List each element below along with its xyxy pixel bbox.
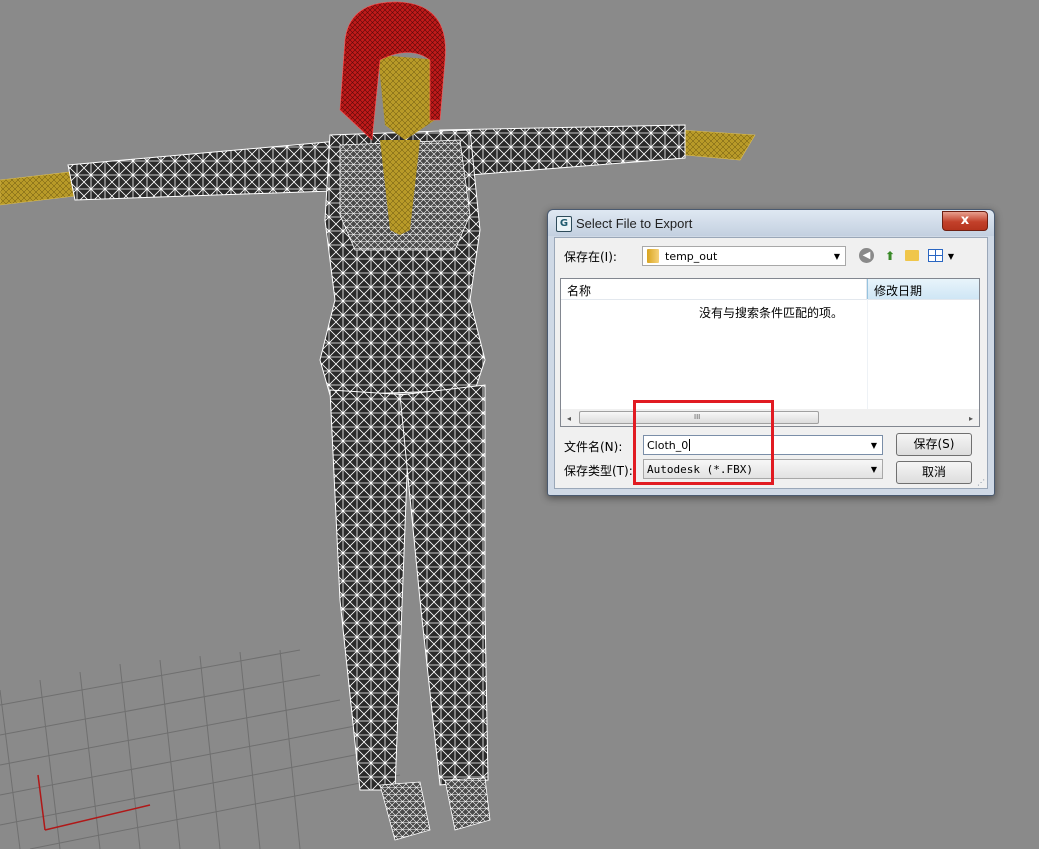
file-type-label: 保存类型(T): [564, 464, 633, 478]
highlight-annotation-box [633, 400, 774, 485]
column-divider [867, 299, 868, 409]
views-dropdown-arrow-icon[interactable]: ▼ [943, 248, 959, 264]
chevron-down-icon[interactable]: ▼ [829, 247, 845, 265]
app-logo-icon: G [556, 216, 572, 232]
column-header-date-modified[interactable]: 修改日期 ^ [867, 279, 979, 299]
scroll-left-icon[interactable]: ◂ [561, 410, 577, 426]
column-name-label: 名称 [567, 284, 592, 298]
views-menu-icon[interactable] [928, 249, 943, 262]
chevron-down-icon[interactable]: ▼ [866, 460, 882, 478]
folder-name: temp_out [665, 250, 718, 263]
save-in-folder-combo[interactable]: temp_out ▼ [642, 246, 846, 266]
save-in-label: 保存在(I): [564, 250, 617, 264]
folder-icon [647, 249, 659, 263]
cancel-button[interactable]: 取消 [896, 461, 972, 484]
resize-grip-icon[interactable]: ⋰ [977, 478, 985, 487]
chevron-down-icon[interactable]: ▼ [866, 436, 882, 454]
column-header-name[interactable]: 名称 [561, 279, 867, 299]
dialog-title: Select File to Export [576, 216, 693, 231]
list-header: 名称 修改日期 ^ [561, 279, 979, 300]
back-icon[interactable]: ◀ [859, 248, 874, 263]
empty-list-message: 没有与搜索条件匹配的项。 [699, 306, 844, 320]
column-date-label: 修改日期 [874, 284, 923, 298]
new-folder-icon[interactable] [905, 250, 919, 261]
file-name-label: 文件名(N): [564, 440, 623, 454]
sort-ascending-icon: ^ [930, 278, 938, 286]
dialog-titlebar[interactable]: G Select File to Export x [548, 210, 994, 236]
up-folder-icon[interactable]: ⬆ [882, 248, 898, 264]
scroll-right-icon[interactable]: ▸ [963, 410, 979, 426]
save-button[interactable]: 保存(S) [896, 433, 972, 456]
close-button[interactable]: x [942, 211, 988, 231]
